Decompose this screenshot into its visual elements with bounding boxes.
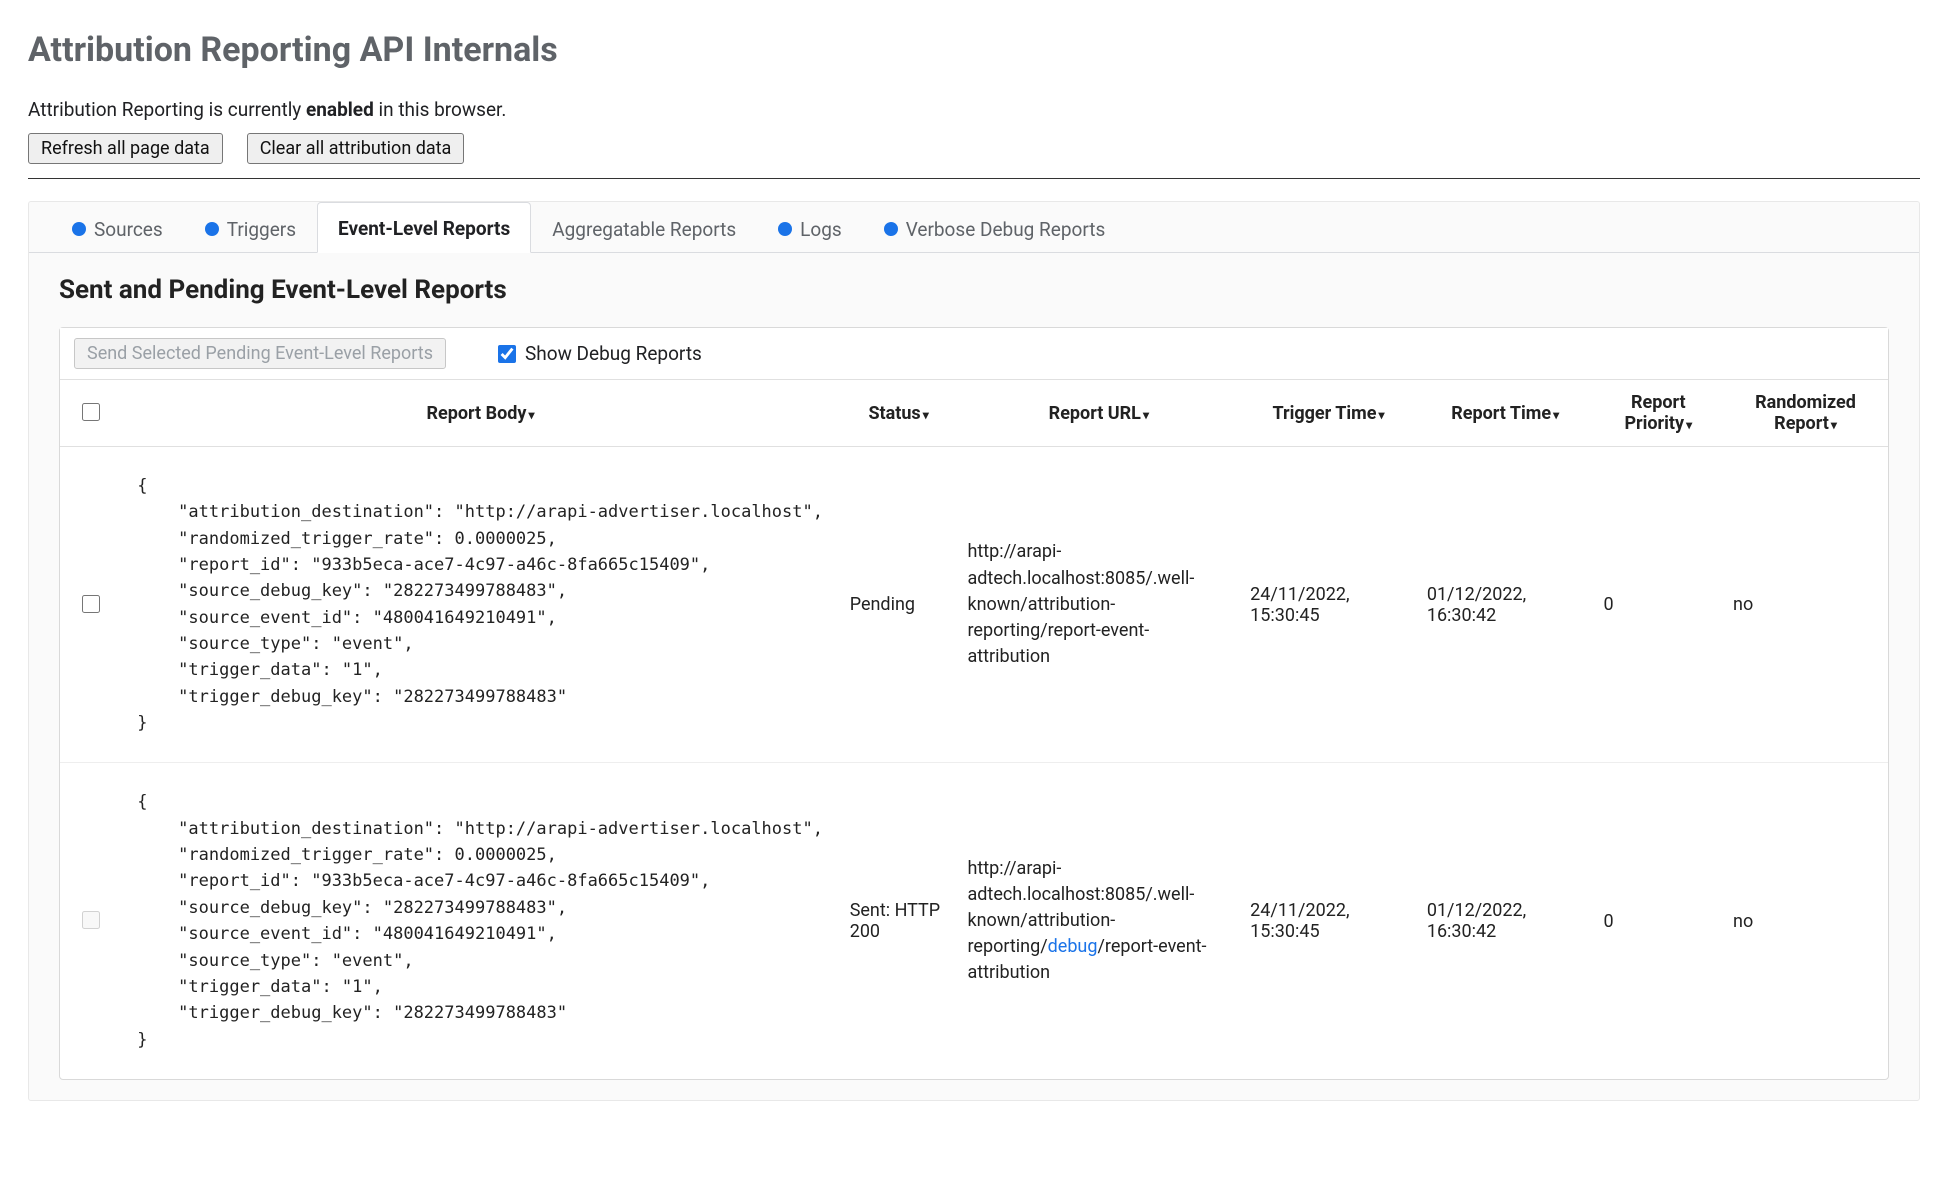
col-status[interactable]: Status▾ xyxy=(840,380,958,447)
clear-button[interactable]: Clear all attribution data xyxy=(247,133,465,164)
trigger-time-cell: 24/11/2022, 15:30:45 xyxy=(1240,763,1417,1079)
badge-dot-icon xyxy=(778,222,792,236)
tab-label: Event-Level Reports xyxy=(338,217,510,240)
col-url[interactable]: Report URL▾ xyxy=(957,380,1240,447)
col-randomized[interactable]: Randomized Report▾ xyxy=(1723,380,1888,447)
show-debug-checkbox[interactable] xyxy=(498,345,516,363)
sort-icon[interactable]: ▾ xyxy=(923,408,929,422)
tab-verbose-debug-reports[interactable]: Verbose Debug Reports xyxy=(863,202,1127,253)
status-line: Attribution Reporting is currently enabl… xyxy=(28,98,1920,121)
tab-aggregatable-reports[interactable]: Aggregatable Reports xyxy=(531,202,757,253)
col-select xyxy=(60,380,121,447)
tab-label: Sources xyxy=(94,218,163,241)
col-report-time-label: Report Time xyxy=(1451,403,1551,424)
col-url-label: Report URL xyxy=(1049,403,1141,424)
tab-triggers[interactable]: Triggers xyxy=(184,202,317,253)
page-title: Attribution Reporting API Internals xyxy=(28,30,1920,70)
sort-icon[interactable]: ▾ xyxy=(1686,418,1692,432)
show-debug-label[interactable]: Show Debug Reports xyxy=(494,342,702,366)
table-toolbar: Send Selected Pending Event-Level Report… xyxy=(60,328,1888,380)
tab-bar: Sources Triggers Event-Level Reports Aggreg… xyxy=(29,202,1919,253)
col-priority-label: Report Priority xyxy=(1624,392,1685,434)
report-body: { "attribution_destination": "http://ara… xyxy=(131,789,829,1052)
priority-cell: 0 xyxy=(1594,763,1724,1079)
table-row: { "attribution_destination": "http://ara… xyxy=(60,763,1888,1079)
col-body-label: Report Body xyxy=(426,403,526,424)
select-all-checkbox[interactable] xyxy=(82,403,100,421)
reports-table: Report Body▾ Status▾ Report URL▾ Trigger… xyxy=(60,380,1888,1079)
send-selected-button[interactable]: Send Selected Pending Event-Level Report… xyxy=(74,338,446,369)
tab-label: Verbose Debug Reports xyxy=(906,218,1106,241)
status-prefix: Attribution Reporting is currently xyxy=(28,98,306,121)
report-body: { "attribution_destination": "http://ara… xyxy=(131,473,829,736)
badge-dot-icon xyxy=(205,222,219,236)
col-trigger-time[interactable]: Trigger Time▾ xyxy=(1240,380,1417,447)
row-select-checkbox[interactable] xyxy=(82,595,100,613)
content-panel: Sources Triggers Event-Level Reports Aggreg… xyxy=(28,201,1920,1101)
tab-event-level-reports[interactable]: Event-Level Reports xyxy=(317,202,531,253)
badge-dot-icon xyxy=(72,222,86,236)
randomized-cell: no xyxy=(1723,447,1888,763)
table-row: { "attribution_destination": "http://ara… xyxy=(60,447,1888,763)
tab-logs[interactable]: Logs xyxy=(757,202,863,253)
col-status-label: Status xyxy=(868,403,920,424)
randomized-cell: no xyxy=(1723,763,1888,1079)
status-word: enabled xyxy=(306,98,374,121)
sort-icon[interactable]: ▾ xyxy=(528,408,534,422)
col-priority[interactable]: Report Priority▾ xyxy=(1594,380,1724,447)
sort-icon[interactable]: ▾ xyxy=(1553,408,1559,422)
show-debug-text: Show Debug Reports xyxy=(525,342,702,365)
reports-table-wrap: Send Selected Pending Event-Level Report… xyxy=(59,327,1889,1080)
priority-cell: 0 xyxy=(1594,447,1724,763)
tab-label: Triggers xyxy=(227,218,296,241)
col-body[interactable]: Report Body▾ xyxy=(121,380,839,447)
status-cell: Pending xyxy=(840,447,958,763)
section-title: Sent and Pending Event-Level Reports xyxy=(59,275,1919,305)
url-cell: http://arapi-adtech.localhost:8085/.well… xyxy=(957,447,1240,763)
tab-label: Logs xyxy=(800,218,842,241)
tab-sources[interactable]: Sources xyxy=(51,202,184,253)
refresh-button[interactable]: Refresh all page data xyxy=(28,133,223,164)
badge-dot-icon xyxy=(884,222,898,236)
col-report-time[interactable]: Report Time▾ xyxy=(1417,380,1594,447)
status-suffix: in this browser. xyxy=(374,98,507,121)
sort-icon[interactable]: ▾ xyxy=(1143,408,1149,422)
trigger-time-cell: 24/11/2022, 15:30:45 xyxy=(1240,447,1417,763)
tab-label: Aggregatable Reports xyxy=(552,218,736,241)
status-cell: Sent: HTTP 200 xyxy=(840,763,958,1079)
row-select-checkbox xyxy=(82,911,100,929)
url-cell: http://arapi-adtech.localhost:8085/.well… xyxy=(957,763,1240,1079)
report-time-cell: 01/12/2022, 16:30:42 xyxy=(1417,447,1594,763)
sort-icon[interactable]: ▾ xyxy=(1378,408,1384,422)
col-randomized-label: Randomized Report xyxy=(1755,392,1856,434)
divider xyxy=(28,178,1920,179)
col-trigger-time-label: Trigger Time xyxy=(1272,403,1376,424)
report-time-cell: 01/12/2022, 16:30:42 xyxy=(1417,763,1594,1079)
sort-icon[interactable]: ▾ xyxy=(1831,418,1837,432)
